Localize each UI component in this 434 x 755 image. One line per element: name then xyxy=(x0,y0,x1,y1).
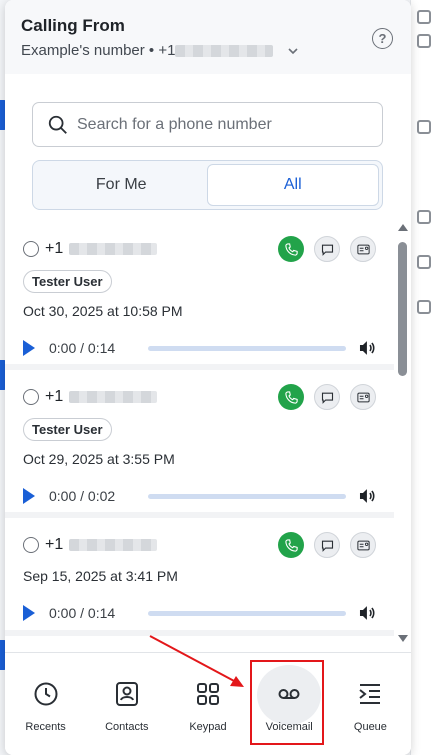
audio-player: 0:00 / 0:14 xyxy=(23,602,376,624)
play-icon[interactable] xyxy=(23,488,35,504)
sidebar-icon xyxy=(417,120,431,134)
filter-all[interactable]: All xyxy=(206,164,379,206)
volume-icon[interactable] xyxy=(358,488,376,504)
audio-player: 0:00 / 0:14 xyxy=(23,337,376,359)
caller-number: +1 xyxy=(45,240,64,257)
voicemail-list: +1 Tester User Oct 30, 2025 at 10:58 PM … xyxy=(5,222,394,652)
redacted-number xyxy=(69,391,158,403)
contact-tag: Tester User xyxy=(23,270,112,293)
filter-for-me[interactable]: For Me xyxy=(36,164,207,206)
search-box[interactable] xyxy=(32,102,383,147)
call-button[interactable] xyxy=(278,236,304,262)
nav-label: Voicemail xyxy=(265,721,313,733)
message-icon xyxy=(321,540,333,552)
sidebar-icon xyxy=(417,34,431,48)
contact-tag: Tester User xyxy=(23,418,112,441)
contact-card-button[interactable] xyxy=(350,384,376,410)
contact-card-icon xyxy=(356,244,370,254)
nav-label: Queue xyxy=(353,721,387,733)
nav-recents[interactable]: Recents xyxy=(5,653,86,755)
sidebar-icon xyxy=(417,10,431,24)
calling-from-number: Example's number • +1 xyxy=(21,42,176,59)
user-icon xyxy=(23,241,39,257)
caller-number: +1 xyxy=(45,388,64,405)
phone-icon xyxy=(284,538,298,552)
sidebar-icon xyxy=(417,210,431,224)
calling-from-title: Calling From xyxy=(21,16,125,35)
nav-label: Recents xyxy=(25,721,66,733)
voicemail-icon xyxy=(278,689,300,699)
play-icon[interactable] xyxy=(23,340,35,356)
contact-card-button[interactable] xyxy=(350,236,376,262)
nav-voicemail[interactable]: Voicemail xyxy=(249,653,330,755)
audio-time: 0:00 / 0:14 xyxy=(49,605,116,621)
voicemail-date: Oct 30, 2025 at 10:58 PM xyxy=(23,303,183,319)
voicemail-item[interactable]: +1 Sep 15, 2025 at 3:41 PM 0:00 / 0:14 xyxy=(5,518,394,630)
search-icon xyxy=(48,115,67,134)
audio-player: 0:00 / 0:02 xyxy=(23,485,376,507)
message-icon xyxy=(321,244,333,256)
contact-card-button[interactable] xyxy=(350,532,376,558)
call-button[interactable] xyxy=(278,384,304,410)
audio-progress[interactable] xyxy=(148,493,347,499)
message-button[interactable] xyxy=(314,532,340,558)
keypad-icon xyxy=(197,683,219,705)
contacts-icon xyxy=(115,682,138,706)
audio-progress[interactable] xyxy=(148,610,347,616)
phone-icon xyxy=(284,242,298,256)
voicemail-item-partial[interactable] xyxy=(5,636,394,652)
message-icon xyxy=(321,392,333,404)
scroll-thumb[interactable] xyxy=(398,242,407,376)
audio-time: 0:00 / 0:02 xyxy=(49,488,116,504)
message-button[interactable] xyxy=(314,236,340,262)
voicemail-date: Oct 29, 2025 at 3:55 PM xyxy=(23,451,175,467)
dialer-panel: Calling From Example's number • +1 ? For… xyxy=(5,0,411,755)
sidebar-icon xyxy=(417,300,431,314)
contact-card-icon xyxy=(356,392,370,402)
voicemail-item[interactable]: +1 Tester User Oct 30, 2025 at 10:58 PM … xyxy=(5,222,394,364)
scroll-up-icon[interactable] xyxy=(398,224,408,231)
call-button[interactable] xyxy=(278,532,304,558)
message-button[interactable] xyxy=(314,384,340,410)
redacted-number xyxy=(175,44,274,57)
chevron-down-icon xyxy=(288,47,299,54)
redacted-number xyxy=(69,243,158,255)
filter-toggle: For Me All xyxy=(32,160,383,210)
clock-icon xyxy=(34,682,58,706)
sidebar-icon xyxy=(417,255,431,269)
nav-label: Contacts xyxy=(105,721,149,733)
list-scrollbar[interactable] xyxy=(394,222,411,652)
bottom-nav: Recents Contacts Keypad Voicemail Queue xyxy=(5,652,411,755)
user-icon xyxy=(23,537,39,553)
queue-icon xyxy=(359,684,381,704)
search-input[interactable] xyxy=(77,115,357,134)
volume-icon[interactable] xyxy=(358,340,376,356)
scroll-down-icon[interactable] xyxy=(398,635,408,642)
calling-from-header: Calling From Example's number • +1 ? xyxy=(5,0,411,74)
caller-number: +1 xyxy=(45,536,64,553)
nav-contacts[interactable]: Contacts xyxy=(86,653,167,755)
contact-card-icon xyxy=(356,540,370,550)
phone-icon xyxy=(284,390,298,404)
nav-label: Keypad xyxy=(189,721,227,733)
calling-from-selector[interactable]: Example's number • +1 xyxy=(21,42,395,59)
voicemail-item[interactable]: +1 Tester User Oct 29, 2025 at 3:55 PM 0… xyxy=(5,370,394,512)
play-icon[interactable] xyxy=(23,605,35,621)
redacted-number xyxy=(69,539,158,551)
nav-queue[interactable]: Queue xyxy=(330,653,411,755)
voicemail-date: Sep 15, 2025 at 3:41 PM xyxy=(23,568,178,584)
nav-keypad[interactable]: Keypad xyxy=(167,653,248,755)
audio-time: 0:00 / 0:14 xyxy=(49,340,116,356)
volume-icon[interactable] xyxy=(358,605,376,621)
user-icon xyxy=(23,389,39,405)
background-sidebar xyxy=(410,0,434,755)
audio-progress[interactable] xyxy=(148,345,347,351)
help-icon[interactable]: ? xyxy=(372,28,393,49)
